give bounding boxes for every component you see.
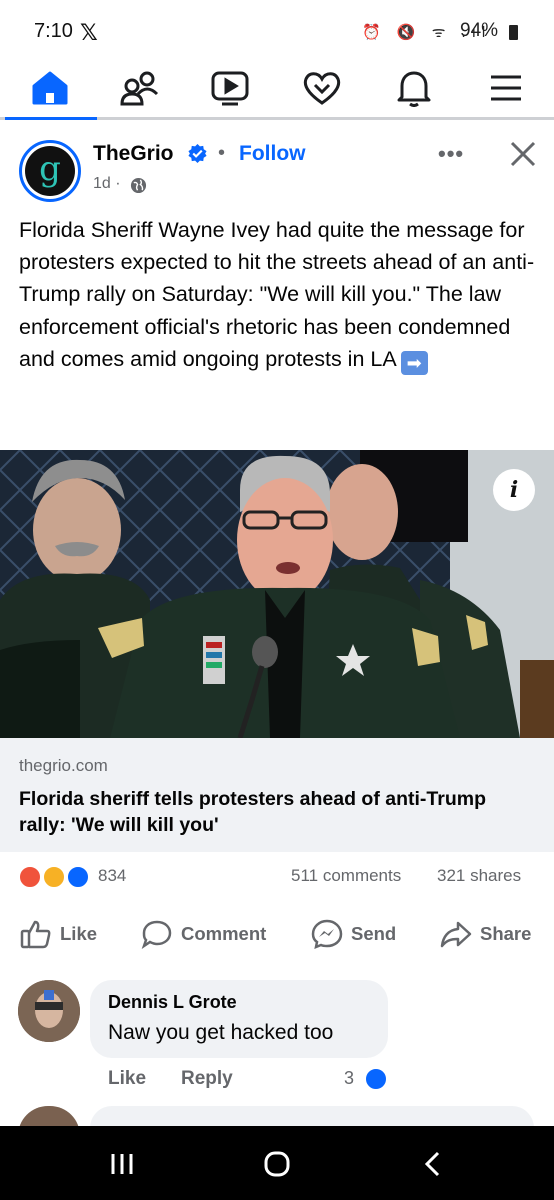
link-domain: thegrio.com (19, 756, 108, 775)
post-text: Florida Sheriff Wayne Ivey had quite the… (19, 214, 539, 375)
like-label: Like (60, 923, 98, 944)
post-header: g TheGrio • Follow 1d · ••• (0, 123, 554, 203)
page-avatar-letter: g (39, 149, 61, 189)
comment-text: Naw you get hacked too (108, 1021, 334, 1044)
back-button[interactable] (402, 1144, 462, 1184)
page-name[interactable]: TheGrio (93, 142, 174, 166)
system-nav-bar (0, 1126, 554, 1200)
info-button[interactable]: i (493, 469, 535, 511)
send-button[interactable]: Send (311, 919, 397, 949)
like-button[interactable]: Like (20, 920, 98, 949)
wow-reaction-icon (42, 865, 66, 889)
share-button[interactable]: Share (440, 920, 531, 948)
post-timestamp[interactable]: 1d · (93, 175, 121, 193)
commenter-photo (18, 980, 80, 1042)
globe-icon (130, 177, 147, 194)
status-time: 7:10 (34, 20, 73, 42)
friends-icon (120, 71, 159, 106)
status-bar: 7:10 𝕏 ⏰ 🔇 ᯤ .ıl 94% (0, 0, 554, 62)
comment-author[interactable]: Dennis L Grote (108, 992, 237, 1013)
post-action-bar: Like Comment Send Share (0, 902, 554, 964)
reaction-count: 834 (98, 866, 127, 885)
active-tab-indicator (5, 117, 97, 120)
video-icon (211, 71, 249, 106)
page-avatar-image: g (25, 146, 75, 196)
press-conference-photo (0, 450, 554, 738)
nav-home-tab[interactable] (20, 66, 80, 110)
battery-percent: 94% (460, 20, 499, 41)
separator-dot: • (218, 142, 226, 164)
comment-label: Comment (181, 923, 267, 944)
comment-bubble[interactable]: Dennis L Grote Naw you get hacked too (90, 980, 388, 1058)
messenger-icon (311, 919, 343, 949)
more-options-button[interactable]: ••• (438, 141, 464, 167)
verified-badge-icon (188, 143, 207, 164)
recent-apps-button[interactable] (92, 1144, 152, 1184)
post-body: Florida Sheriff Wayne Ivey had quite the… (19, 218, 535, 371)
send-label: Send (351, 923, 397, 944)
follow-button[interactable]: Follow (239, 142, 306, 166)
share-icon (440, 921, 472, 948)
top-nav-bar (0, 62, 554, 120)
bell-icon (397, 71, 431, 107)
battery-icon (509, 25, 518, 40)
x-app-icon: 𝕏 (80, 20, 98, 45)
comments-count[interactable]: 511 comments (291, 866, 401, 886)
commenter-avatar[interactable] (18, 980, 80, 1042)
like-reaction-icon (66, 865, 90, 889)
nav-menu-tab[interactable] (476, 66, 536, 110)
nav-dating-tab[interactable] (292, 66, 352, 110)
hamburger-icon (491, 75, 521, 101)
angry-reaction-icon (18, 865, 42, 889)
recent-apps-icon (111, 1154, 133, 1174)
right-arrow-emoji: ➡ (400, 350, 428, 375)
page-avatar[interactable]: g (19, 140, 81, 202)
link-preview-card[interactable]: thegrio.com Florida sheriff tells protes… (0, 738, 554, 852)
shares-count[interactable]: 321 shares (437, 866, 521, 886)
home-circle-icon (264, 1151, 290, 1177)
comment-like-reaction-icon (364, 1067, 388, 1091)
comment-icon (141, 920, 172, 949)
nav-friends-tab[interactable] (110, 66, 170, 110)
share-label: Share (480, 923, 532, 944)
back-chevron-icon (424, 1151, 440, 1177)
comment-like-button[interactable]: Like (108, 1068, 146, 1090)
comment-button[interactable]: Comment (141, 920, 267, 949)
reactions-summary[interactable]: 834 511 comments 321 shares (0, 852, 554, 902)
nav-notifications-tab[interactable] (384, 66, 444, 110)
nav-video-tab[interactable] (200, 66, 260, 110)
comment-reaction-count[interactable]: 3 (344, 1068, 354, 1089)
close-icon[interactable] (508, 139, 538, 169)
heart-icon (303, 72, 341, 105)
comment-reply-button[interactable]: Reply (181, 1068, 233, 1090)
home-icon (32, 71, 68, 105)
link-title: Florida sheriff tells protesters ahead o… (19, 788, 487, 836)
home-button[interactable] (247, 1144, 307, 1184)
link-preview-image[interactable] (0, 450, 554, 738)
thumbs-up-icon (20, 920, 51, 949)
